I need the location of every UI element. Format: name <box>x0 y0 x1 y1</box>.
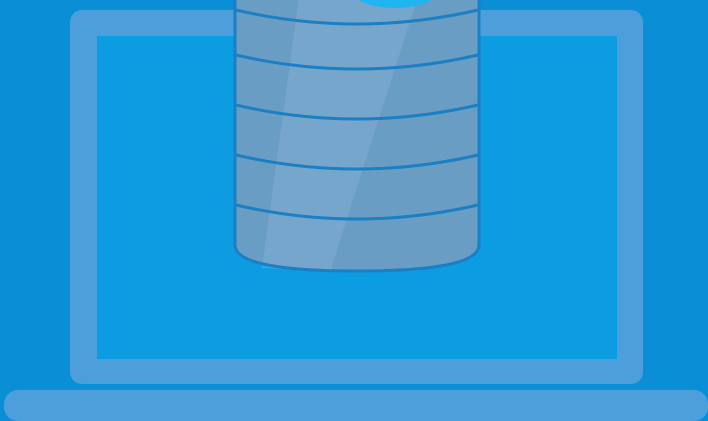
database-icon <box>233 0 481 273</box>
laptop-base <box>4 390 708 421</box>
laptop-database-illustration <box>0 0 708 421</box>
illustration-scene <box>0 0 708 421</box>
